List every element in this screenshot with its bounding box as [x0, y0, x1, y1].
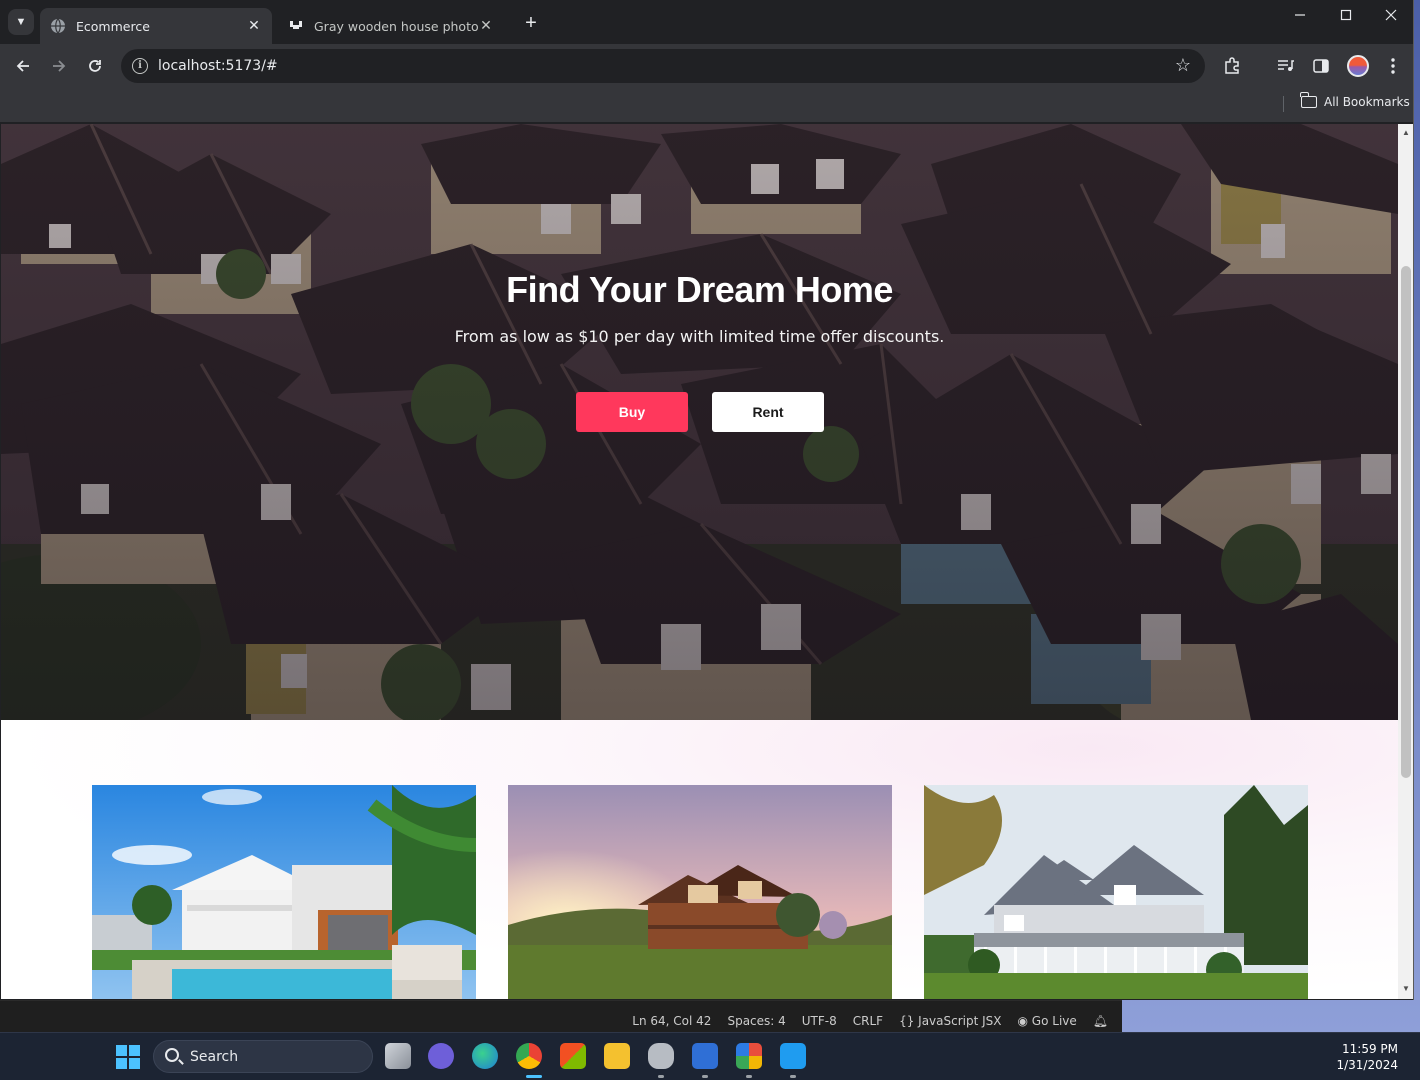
task-view-icon[interactable]	[385, 1043, 411, 1069]
store-icon[interactable]	[560, 1043, 586, 1069]
listings-section	[1, 720, 1398, 999]
close-tab-icon[interactable]: ✕	[478, 18, 494, 34]
open-app-indicator	[790, 1075, 796, 1078]
listing-card[interactable]	[924, 785, 1308, 999]
gray-wooden-house-photo	[924, 785, 1308, 999]
tab-title: Ecommerce	[76, 18, 150, 34]
media-control-icon[interactable]	[1275, 56, 1295, 76]
file-explorer-icon[interactable]	[604, 1043, 630, 1069]
line-endings[interactable]: CRLF	[853, 1014, 883, 1028]
folder-icon	[1300, 92, 1317, 108]
reload-icon[interactable]	[83, 54, 107, 78]
profile-avatar[interactable]	[1347, 55, 1369, 77]
address-bar[interactable]: i localhost:5173/# ☆	[121, 49, 1205, 83]
side-panel-icon[interactable]	[1311, 56, 1331, 76]
broadcast-icon: ◉	[1017, 1014, 1032, 1028]
system-clock[interactable]: 11:59 PM 1/31/2024	[1336, 1041, 1398, 1073]
listing-card[interactable]	[92, 785, 476, 999]
unsplash-icon	[288, 18, 304, 34]
scroll-up-icon[interactable]: ▲	[1402, 128, 1410, 137]
indentation[interactable]: Spaces: 4	[727, 1014, 785, 1028]
scroll-down-icon[interactable]: ▼	[1402, 984, 1410, 993]
language-mode[interactable]: {} JavaScript JSX	[899, 1014, 1001, 1028]
notepad-icon[interactable]	[692, 1043, 718, 1069]
tab-gray-wooden-house[interactable]: Gray wooden house photo – Fre ✕	[278, 8, 504, 44]
minimize-button[interactable]	[1277, 8, 1323, 26]
database-icon[interactable]	[648, 1043, 674, 1069]
windows-taskbar: Search 11:59 PM 1/31/2024	[0, 1032, 1420, 1080]
bookmarks-divider	[1283, 96, 1284, 112]
go-live-button[interactable]: ◉ Go Live	[1018, 1014, 1077, 1028]
clock-time: 11:59 PM	[1342, 1042, 1398, 1056]
house-pool-photo	[92, 785, 476, 999]
log-cabin-sunset-photo	[508, 785, 892, 999]
close-window-button[interactable]	[1368, 8, 1413, 26]
scrollbar-thumb[interactable]	[1401, 266, 1411, 778]
hero-subtitle: From as low as $10 per day with limited …	[454, 327, 945, 346]
git-app-icon[interactable]	[736, 1043, 762, 1069]
language-label: JavaScript JSX	[918, 1014, 1002, 1028]
browser-toolbar: i localhost:5173/# ☆	[0, 44, 1413, 88]
site-info-icon[interactable]: i	[132, 58, 148, 74]
forward-arrow-icon[interactable]	[47, 54, 71, 78]
go-live-label: Go Live	[1031, 1014, 1077, 1028]
edge-icon[interactable]	[472, 1043, 498, 1069]
tab-ecommerce[interactable]: Ecommerce ✕	[40, 8, 272, 44]
listing-card[interactable]	[508, 785, 892, 999]
open-app-indicator	[746, 1075, 752, 1078]
chrome-icon[interactable]	[516, 1043, 542, 1069]
buy-button[interactable]: Buy	[576, 392, 688, 432]
browser-window: ▼ Ecommerce ✕ Gray wooden house photo – …	[0, 0, 1414, 1000]
hero-title: Find Your Dream Home	[506, 269, 893, 310]
braces-icon: {}	[899, 1014, 919, 1028]
hero-overlay	[1, 124, 1398, 720]
search-icon	[165, 1048, 179, 1062]
extensions-icon[interactable]	[1222, 56, 1242, 76]
url-text: localhost:5173/#	[158, 58, 278, 74]
vscode-icon[interactable]	[780, 1043, 806, 1069]
encoding[interactable]: UTF-8	[802, 1014, 837, 1028]
open-app-indicator	[702, 1075, 708, 1078]
open-app-indicator	[658, 1075, 664, 1078]
new-tab-button[interactable]: +	[518, 11, 544, 37]
vscode-status-bar: Ln 64, Col 42 Spaces: 4 UTF-8 CRLF {} Ja…	[0, 1000, 1122, 1032]
hero-section: Find Your Dream Home From as low as $10 …	[1, 124, 1398, 720]
meet-chat-icon[interactable]	[428, 1043, 454, 1069]
search-label: Search	[190, 1049, 239, 1065]
clock-date: 1/31/2024	[1336, 1058, 1398, 1072]
cursor-position[interactable]: Ln 64, Col 42	[632, 1014, 711, 1028]
all-bookmarks-button[interactable]: All Bookmarks	[1300, 92, 1410, 109]
windows-start-icon[interactable]	[116, 1045, 140, 1069]
bookmark-star-icon[interactable]: ☆	[1175, 55, 1191, 76]
bookmarks-bar: All Bookmarks	[0, 88, 1413, 123]
tab-strip: ▼ Ecommerce ✕ Gray wooden house photo – …	[0, 0, 1413, 44]
back-arrow-icon[interactable]	[11, 54, 35, 78]
taskbar-search[interactable]: Search	[153, 1040, 373, 1073]
globe-icon	[50, 18, 66, 34]
kebab-menu-icon[interactable]	[1383, 56, 1403, 76]
close-tab-icon[interactable]: ✕	[246, 18, 262, 34]
page-viewport: Find Your Dream Home From as low as $10 …	[1, 124, 1398, 999]
all-bookmarks-label: All Bookmarks	[1324, 95, 1410, 109]
tab-search-button[interactable]: ▼	[8, 9, 34, 35]
page-scrollbar[interactable]: ▲ ▼	[1398, 124, 1413, 999]
maximize-button[interactable]	[1323, 8, 1369, 26]
bell-icon[interactable]: 🔔︎	[1093, 1014, 1108, 1028]
active-app-indicator	[526, 1075, 542, 1078]
rent-button[interactable]: Rent	[712, 392, 824, 432]
tab-title: Gray wooden house photo – Fre	[314, 18, 478, 34]
